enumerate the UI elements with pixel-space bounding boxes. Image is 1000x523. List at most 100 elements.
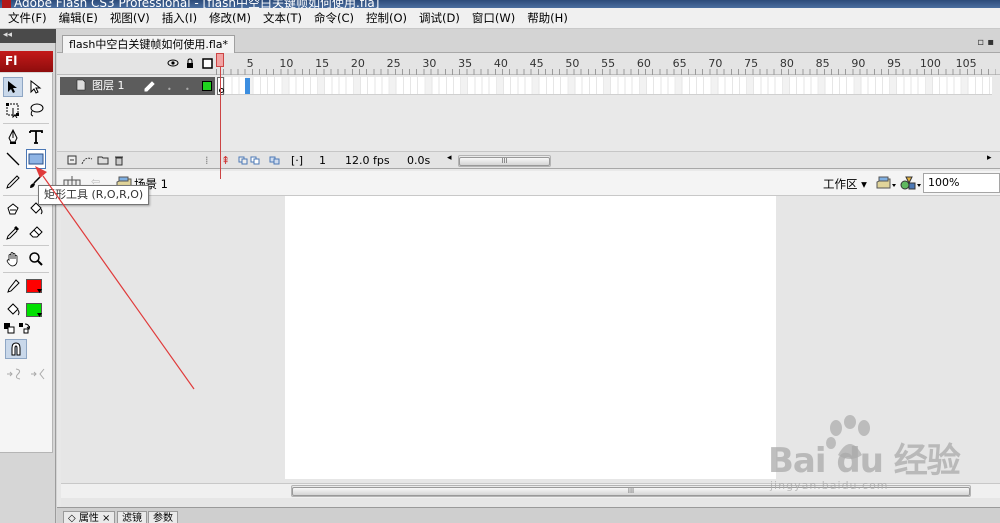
zoom-input[interactable]: 100% xyxy=(923,173,1000,193)
timeline-footer: ⁞ ⇞ [·] 1 12.0 fps 0.0s ◂ III ▸ xyxy=(57,151,1000,169)
lock-icon[interactable] xyxy=(185,58,195,72)
menu-modify[interactable]: 修改(M) xyxy=(203,8,257,28)
properties-strip: ◇ 属性 × 滤镜 参数 xyxy=(57,507,1000,523)
motion-guide-icon[interactable] xyxy=(81,155,93,168)
panel-grip: ⁞ xyxy=(205,154,209,167)
subselection-tool-icon[interactable] xyxy=(26,77,46,97)
ink-bottle-tool-icon[interactable] xyxy=(3,199,23,219)
ruler-label-45: 45 xyxy=(529,57,544,70)
eraser-tool-icon[interactable] xyxy=(26,222,46,242)
snap-to-objects-icon[interactable] xyxy=(5,339,27,359)
timeline-header: 1510152025303540455055606570758085909510… xyxy=(57,53,1000,75)
ruler-label-25: 25 xyxy=(386,57,401,70)
text-tool-icon[interactable] xyxy=(26,127,46,147)
lock-dot[interactable]: • xyxy=(185,81,190,99)
layer-name-cell[interactable]: 图层 1 • • xyxy=(60,77,215,95)
elapsed-time: 0.0s xyxy=(407,154,431,167)
line-tool-icon[interactable] xyxy=(3,149,23,169)
title-bar: Adobe Flash CS3 Professional - [flash中空白… xyxy=(0,0,1000,8)
watermark-main: Bai du 经验 xyxy=(768,441,961,481)
eye-icon[interactable] xyxy=(167,58,179,71)
free-transform-tool-icon[interactable] xyxy=(3,100,23,120)
insert-folder-icon[interactable] xyxy=(97,155,109,168)
lasso-tool-icon[interactable] xyxy=(26,100,46,120)
insert-layer-icon[interactable] xyxy=(67,155,77,168)
frames-row[interactable] xyxy=(217,77,992,95)
menu-commands[interactable]: 命令(C) xyxy=(308,8,360,28)
pen-tool-icon[interactable] xyxy=(3,127,23,147)
menu-insert[interactable]: 插入(I) xyxy=(156,8,203,28)
edit-symbols-icon[interactable] xyxy=(900,175,922,194)
stroke-color-swatch[interactable] xyxy=(26,279,42,293)
playhead[interactable] xyxy=(216,53,224,67)
stroke-color-icon xyxy=(3,276,23,296)
fill-color-swatch[interactable] xyxy=(26,303,42,317)
ruler-label-35: 35 xyxy=(458,57,473,70)
onion-skin-icon[interactable] xyxy=(238,155,260,168)
timeline-panel: 1510152025303540455055606570758085909510… xyxy=(57,53,1000,179)
scroll-left-arrow[interactable]: ◂ xyxy=(447,153,452,163)
straighten-icon[interactable] xyxy=(28,365,50,383)
tab-filters[interactable]: 滤镜 xyxy=(117,511,147,523)
ruler-label-55: 55 xyxy=(601,57,616,70)
swap-colors-icon[interactable] xyxy=(17,321,31,335)
stage-canvas[interactable] xyxy=(285,196,776,479)
edit-bar: ⇦ 场景 1 工作区 ▾ 100% xyxy=(57,171,1000,196)
black-white-icon[interactable] xyxy=(2,321,16,335)
timeline-hscroll-thumb[interactable]: III xyxy=(459,157,550,166)
ruler-label-80: 80 xyxy=(779,57,794,70)
tab-parameters[interactable]: 参数 xyxy=(148,511,178,523)
menu-window[interactable]: 窗口(W) xyxy=(466,8,521,28)
ruler-label-105: 105 xyxy=(955,57,977,70)
edit-multiple-frames-icon[interactable] xyxy=(269,155,283,168)
ruler-label-100: 100 xyxy=(919,57,941,70)
selected-frame-marker[interactable] xyxy=(245,78,250,94)
ruler-label-50: 50 xyxy=(565,57,580,70)
menu-control[interactable]: 控制(O) xyxy=(360,8,413,28)
tools-collapse-bar[interactable]: ◂◂ xyxy=(0,29,56,43)
zoom-tool-icon[interactable] xyxy=(26,249,46,269)
visibility-dot[interactable]: • xyxy=(167,81,172,99)
tab-properties-label: 属性 xyxy=(78,513,99,523)
center-frame-icon[interactable]: ⇞ xyxy=(221,154,230,167)
frame-rate: 12.0 fps xyxy=(345,154,390,167)
ruler-label-60: 60 xyxy=(636,57,651,70)
edit-scene-icon[interactable] xyxy=(876,175,896,194)
timeline-hscroll[interactable]: III xyxy=(458,155,551,167)
smooth-icon[interactable] xyxy=(4,365,26,383)
menu-help[interactable]: 帮助(H) xyxy=(521,8,574,28)
ruler-label-90: 90 xyxy=(851,57,866,70)
layer-color-square[interactable] xyxy=(202,81,212,91)
eyedropper-tool-icon[interactable] xyxy=(3,222,23,242)
current-frame: 1 xyxy=(319,154,326,167)
modify-onion-markers-icon[interactable]: [·] xyxy=(291,154,303,167)
scroll-right-arrow[interactable]: ▸ xyxy=(987,153,992,163)
watermark-sub: jingyan.baidu.com xyxy=(770,479,889,492)
hand-tool-icon[interactable] xyxy=(3,249,23,269)
document-tab-strip: flash中空白关键帧如何使用.fla* ▫ ▪ xyxy=(57,29,1000,53)
ruler-label-20: 20 xyxy=(350,57,365,70)
pencil-tool-icon[interactable] xyxy=(3,172,23,192)
document-tab[interactable]: flash中空白关键帧如何使用.fla* xyxy=(62,35,236,53)
layer-name: 图层 1 xyxy=(92,79,125,92)
tools-column: ◂◂ Fl xyxy=(0,29,56,523)
tab-properties[interactable]: ◇ 属性 × xyxy=(63,511,116,523)
layer-row[interactable]: 图层 1 • • xyxy=(57,76,1000,96)
menu-file[interactable]: 文件(F) xyxy=(2,8,53,28)
outline-icon[interactable] xyxy=(202,58,213,72)
window-controls[interactable]: ▫ ▪ xyxy=(977,37,994,48)
menu-bar: 文件(F) 编辑(E) 视图(V) 插入(I) 修改(M) 文本(T) 命令(C… xyxy=(0,8,1000,29)
rectangle-tool-tooltip: 矩形工具 (R,O,R,O) xyxy=(38,185,150,205)
delete-layer-icon[interactable] xyxy=(114,155,124,169)
menu-debug[interactable]: 调试(D) xyxy=(413,8,466,28)
pencil-edit-icon xyxy=(144,80,155,98)
workspace-dropdown[interactable]: 工作区 ▾ xyxy=(823,176,867,192)
rectangle-tool-icon[interactable] xyxy=(26,149,46,169)
ruler-label-15: 15 xyxy=(315,57,330,70)
menu-view[interactable]: 视图(V) xyxy=(104,8,156,28)
ruler-label-70: 70 xyxy=(708,57,723,70)
menu-text[interactable]: 文本(T) xyxy=(257,8,308,28)
selection-tool-icon[interactable] xyxy=(3,77,23,97)
menu-edit[interactable]: 编辑(E) xyxy=(53,8,104,28)
ruler-label-30: 30 xyxy=(422,57,437,70)
